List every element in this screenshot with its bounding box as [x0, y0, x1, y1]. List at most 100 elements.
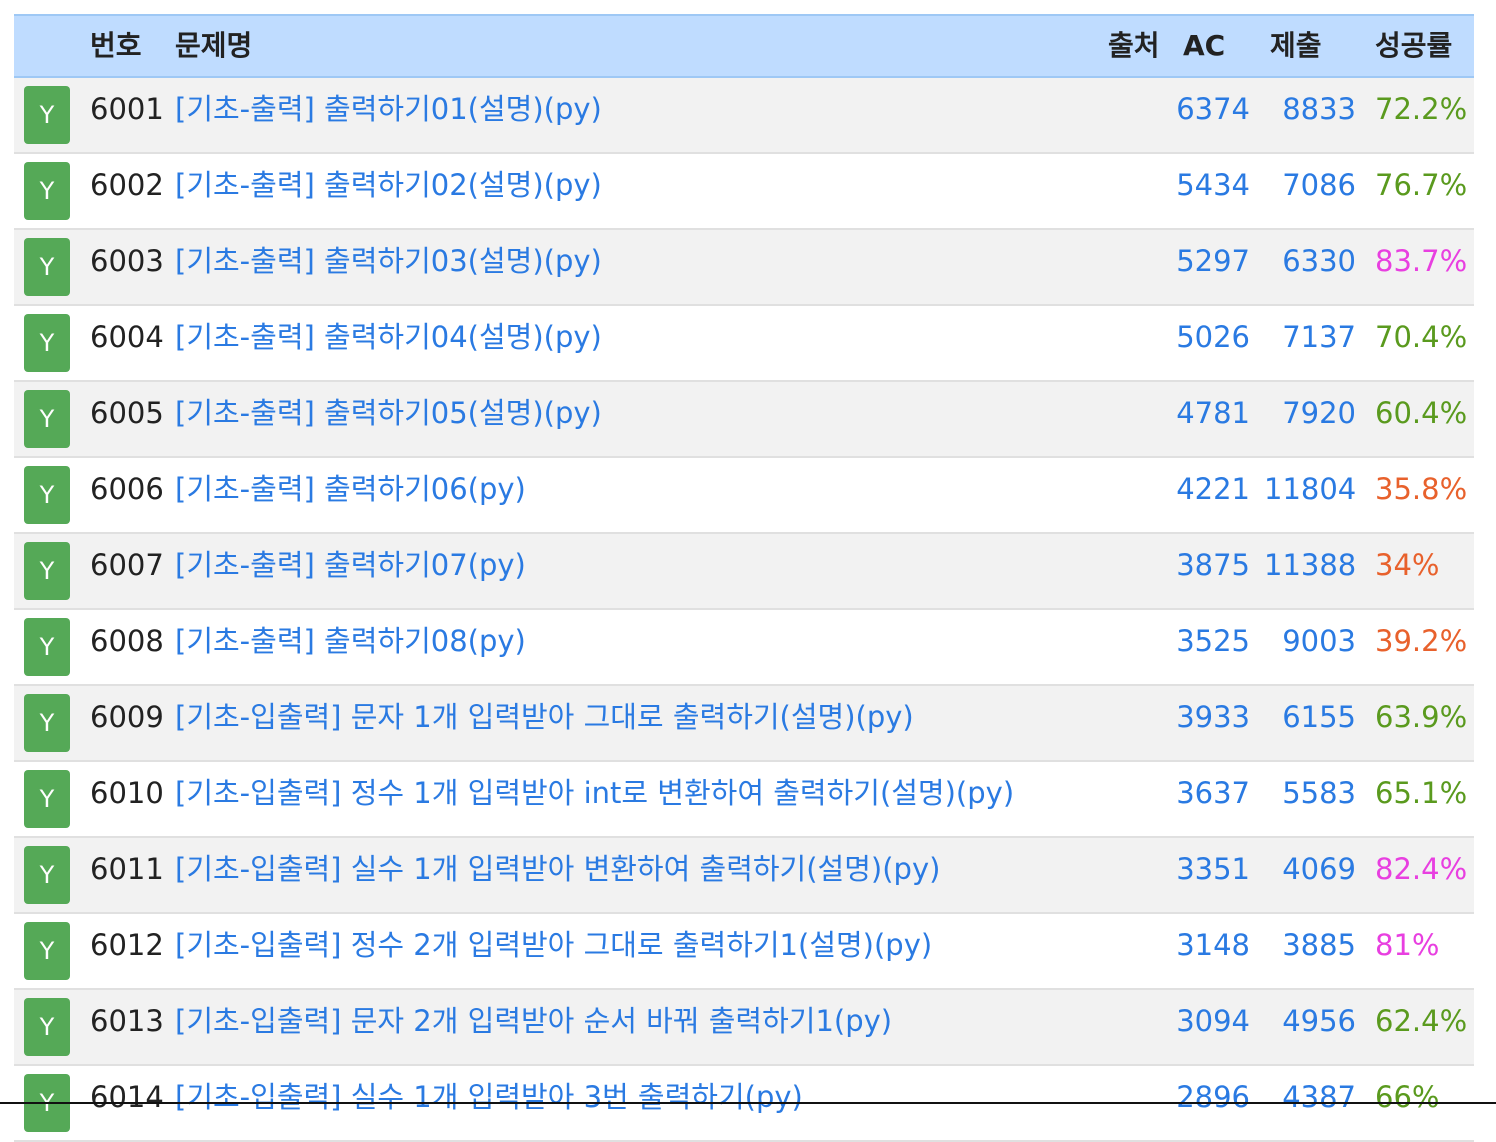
submit-count-link[interactable]: 4956	[1264, 990, 1356, 1064]
submit-count-link[interactable]: 11804	[1264, 458, 1356, 532]
success-rate: 72.2%	[1375, 92, 1468, 126]
submit-count-link[interactable]: 7137	[1264, 306, 1356, 380]
success-rate: 39.2%	[1375, 624, 1468, 658]
table-header: 번호 문제명 출처 AC 제출 성공률	[14, 14, 1474, 78]
submit-count-link[interactable]: 4069	[1264, 838, 1356, 912]
solved-badge: Y	[24, 846, 70, 904]
table-row: Y 6010 [기초-입출력] 정수 1개 입력받아 int로 변환하여 출력하기(…	[14, 762, 1474, 838]
ac-count-link[interactable]: 4781	[1170, 382, 1250, 456]
table-body: Y 6001 [기초-출력] 출력하기01(설명)(py) 6374 8833 72.2%…	[14, 78, 1474, 1142]
solved-badge: Y	[24, 922, 70, 980]
submit-count-link[interactable]: 7086	[1264, 154, 1356, 228]
ac-count-link[interactable]: 6374	[1170, 78, 1250, 152]
submit-count-link[interactable]: 3885	[1264, 914, 1356, 988]
table-row: Y 6001 [기초-출력] 출력하기01(설명)(py) 6374 8833 72.2%	[14, 78, 1474, 154]
problem-title-link[interactable]: [기초-출력] 출력하기02(설명)(py)	[175, 154, 602, 228]
table-row: Y 6009 [기초-입출력] 문자 1개 입력받아 그대로 출력하기(설명)(py…	[14, 686, 1474, 762]
table-row: Y 6002 [기초-출력] 출력하기02(설명)(py) 5434 7086 76.7%	[14, 154, 1474, 230]
problem-title-link[interactable]: [기초-입출력] 문자 2개 입력받아 순서 바꿔 출력하기1(py)	[175, 990, 892, 1064]
submit-count-link[interactable]: 8833	[1264, 78, 1356, 152]
problem-title-link[interactable]: [기초-출력] 출력하기04(설명)(py)	[175, 306, 602, 380]
solved-badge: Y	[24, 162, 70, 220]
problem-title-link[interactable]: [기초-입출력] 실수 1개 입력받아 변환하여 출력하기(설명)(py)	[175, 838, 940, 912]
solved-badge: Y	[24, 466, 70, 524]
problem-number: 6005	[90, 396, 164, 430]
header-ac[interactable]: AC	[1183, 16, 1225, 76]
success-rate: 34%	[1375, 548, 1440, 582]
success-rate: 83.7%	[1375, 244, 1468, 278]
solved-badge: Y	[24, 770, 70, 828]
problem-number: 6004	[90, 320, 164, 354]
problem-number: 6007	[90, 548, 164, 582]
ac-count-link[interactable]: 3094	[1170, 990, 1250, 1064]
table-row: Y 6003 [기초-출력] 출력하기03(설명)(py) 5297 6330 83.7%	[14, 230, 1474, 306]
success-rate: 65.1%	[1375, 776, 1468, 810]
solved-badge: Y	[24, 998, 70, 1056]
table-row: Y 6007 [기초-출력] 출력하기07(py) 3875 11388 34%	[14, 534, 1474, 610]
header-submit[interactable]: 제출	[1270, 16, 1322, 76]
ac-count-link[interactable]: 5297	[1170, 230, 1250, 304]
problem-number: 6006	[90, 472, 164, 506]
ac-count-link[interactable]: 3875	[1170, 534, 1250, 608]
success-rate: 62.4%	[1375, 1004, 1468, 1038]
problem-number: 6013	[90, 1004, 164, 1038]
bottom-border	[0, 1102, 1496, 1104]
success-rate: 60.4%	[1375, 396, 1468, 430]
problem-number: 6010	[90, 776, 164, 810]
success-rate: 76.7%	[1375, 168, 1468, 202]
ac-count-link[interactable]: 3637	[1170, 762, 1250, 836]
problem-title-link[interactable]: [기초-입출력] 정수 2개 입력받아 그대로 출력하기1(설명)(py)	[175, 914, 932, 988]
table-row: Y6014[기초-입출력] 실수 1개 입력받아 3번 출력하기(py)2896…	[14, 1066, 1474, 1142]
table-row: Y 6006 [기초-출력] 출력하기06(py) 4221 11804 35.8%	[14, 458, 1474, 534]
header-rate[interactable]: 성공률	[1375, 16, 1452, 76]
header-title[interactable]: 문제명	[175, 16, 252, 76]
solved-badge: Y	[24, 618, 70, 676]
header-source[interactable]: 출처	[1108, 16, 1160, 76]
problem-number: 6003	[90, 244, 164, 278]
ac-count-link[interactable]: 4221	[1170, 458, 1250, 532]
problem-title-link[interactable]: [기초-출력] 출력하기03(설명)(py)	[175, 230, 602, 304]
table-row: Y 6004 [기초-출력] 출력하기04(설명)(py) 5026 7137 70.4%	[14, 306, 1474, 382]
problem-number: 6008	[90, 624, 164, 658]
problem-title-link[interactable]: [기초-입출력] 정수 1개 입력받아 int로 변환하여 출력하기(설명)(p…	[175, 762, 1014, 836]
submit-count-link[interactable]: 5583	[1264, 762, 1356, 836]
problem-title-link[interactable]: [기초-출력] 출력하기08(py)	[175, 610, 526, 684]
ac-count-link[interactable]: 3933	[1170, 686, 1250, 760]
problem-table: 번호 문제명 출처 AC 제출 성공률 Y 6001 [기초-출력] 출력하기01(…	[14, 14, 1474, 1142]
success-rate: 81%	[1375, 928, 1440, 962]
problem-title-link[interactable]: [기초-입출력] 문자 1개 입력받아 그대로 출력하기(설명)(py)	[175, 686, 914, 760]
table-row: Y 6013 [기초-입출력] 문자 2개 입력받아 순서 바꿔 출력하기1(py)…	[14, 990, 1474, 1066]
solved-badge: Y	[24, 86, 70, 144]
ac-count-link[interactable]: 5434	[1170, 154, 1250, 228]
table-row: Y 6011 [기초-입출력] 실수 1개 입력받아 변환하여 출력하기(설명)(p…	[14, 838, 1474, 914]
problem-number: 6012	[90, 928, 164, 962]
solved-badge: Y	[24, 314, 70, 372]
solved-badge: Y	[24, 694, 70, 752]
solved-badge: Y	[24, 542, 70, 600]
submit-count-link[interactable]: 9003	[1264, 610, 1356, 684]
submit-count-link[interactable]: 11388	[1264, 534, 1356, 608]
header-num[interactable]: 번호	[90, 16, 142, 76]
problem-number: 6011	[90, 852, 164, 886]
submit-count-link[interactable]: 6155	[1264, 686, 1356, 760]
problem-number: 6009	[90, 700, 164, 734]
ac-count-link[interactable]: 3525	[1170, 610, 1250, 684]
problem-title-link[interactable]: [기초-출력] 출력하기01(설명)(py)	[175, 78, 602, 152]
table-row: Y 6005 [기초-출력] 출력하기05(설명)(py) 4781 7920 60.4%	[14, 382, 1474, 458]
ac-count-link[interactable]: 3351	[1170, 838, 1250, 912]
table-row: Y 6008 [기초-출력] 출력하기08(py) 3525 9003 39.2%	[14, 610, 1474, 686]
solved-badge: Y	[24, 238, 70, 296]
table-row: Y 6012 [기초-입출력] 정수 2개 입력받아 그대로 출력하기1(설명)(p…	[14, 914, 1474, 990]
problem-title-link[interactable]: [기초-출력] 출력하기06(py)	[175, 458, 526, 532]
problem-title-link[interactable]: [기초-출력] 출력하기07(py)	[175, 534, 526, 608]
success-rate: 35.8%	[1375, 472, 1468, 506]
problem-number: 6002	[90, 168, 164, 202]
submit-count-link[interactable]: 7920	[1264, 382, 1356, 456]
ac-count-link[interactable]: 3148	[1170, 914, 1250, 988]
success-rate: 63.9%	[1375, 700, 1468, 734]
success-rate: 82.4%	[1375, 852, 1468, 886]
problem-title-link[interactable]: [기초-출력] 출력하기05(설명)(py)	[175, 382, 602, 456]
submit-count-link[interactable]: 6330	[1264, 230, 1356, 304]
solved-badge: Y	[24, 390, 70, 448]
ac-count-link[interactable]: 5026	[1170, 306, 1250, 380]
